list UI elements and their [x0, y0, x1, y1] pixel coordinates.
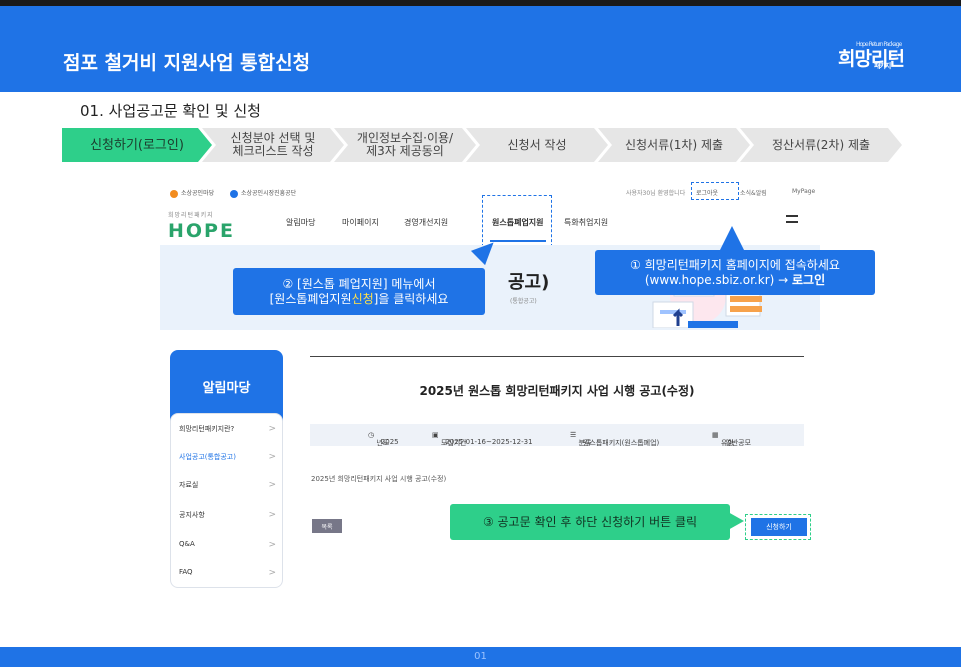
- site-logo-big: HOPE: [168, 220, 235, 242]
- list-button[interactable]: 목록: [312, 519, 342, 533]
- menu-icon[interactable]: [786, 215, 798, 223]
- post-body: 2025년 희망리턴패키지 사업 시행 공고(수정): [311, 475, 447, 483]
- site-logo[interactable]: 희망리턴패키지 HOPE: [168, 210, 235, 242]
- chevron-right-icon: >: [268, 452, 276, 462]
- meta-period: ▣ 모집기간 2025-01-16~2025-12-31: [432, 431, 533, 447]
- page-number: 01: [474, 651, 487, 662]
- chevron-right-icon: >: [268, 540, 276, 550]
- org-link-1[interactable]: 소상공인마당: [170, 188, 214, 198]
- gnb-highlight: [482, 195, 552, 247]
- step-1: 신청하기(로그인): [62, 128, 212, 162]
- logo-main-text: 희망리턴: [838, 48, 905, 70]
- gnb-item-employment[interactable]: 특화취업지원: [564, 217, 608, 228]
- step-4: 신청서 작성: [466, 128, 608, 162]
- sidebar-item-qna[interactable]: Q&A >: [179, 540, 276, 550]
- post-title: 2025년 원스톱 희망리턴패키지 사업 시행 공고(수정): [419, 384, 695, 398]
- gnb-item-mypage[interactable]: 마이페이지: [342, 217, 379, 228]
- meta-year: ◷ 년도 2025: [368, 431, 399, 447]
- news-link[interactable]: 소식&알림: [740, 188, 767, 197]
- page-title: 점포 철거비 지원사업 통합신청: [63, 52, 311, 74]
- callout-1: ① 희망리턴패키지 홈페이지에 접속하세요 (www.hope.sbiz.or.…: [595, 250, 875, 295]
- sidebar-item-notice[interactable]: 공지사항 >: [179, 510, 276, 520]
- callout-2-line-2: [원스톱폐업지원신청]을 클릭하세요: [269, 291, 449, 306]
- step-indicator: 신청하기(로그인) 신청분야 선택 및 체크리스트 작성 개인정보수집·이용/ …: [62, 128, 902, 162]
- org-link-2[interactable]: 소상공인시장진흥공단: [230, 188, 296, 198]
- logo-sub-text: 패키지: [874, 62, 891, 70]
- callout-1-line-1: ① 희망리턴패키지 홈페이지에 접속하세요: [630, 257, 840, 272]
- gnb-item-notice[interactable]: 알림마당: [286, 217, 315, 228]
- callout-2: ② [원스톱 폐업지원] 메뉴에서 [원스톱폐업지원신청]을 클릭하세요: [233, 268, 485, 315]
- sidebar-item-announcement[interactable]: 사업공고(통합공고) >: [179, 452, 276, 462]
- welcome-text: 사용자30님 환영합니다: [626, 190, 686, 197]
- sidebar-menu: 희망리턴패키지란? > 사업공고(통합공고) > 자료실 > 공지사항 > Q&A > F…: [170, 413, 283, 588]
- sidebar-title: 알림마당: [170, 350, 283, 422]
- sidebar-item-archive[interactable]: 자료실 >: [179, 480, 276, 490]
- banner-title: 공고): [508, 272, 550, 293]
- sidebar-item-about[interactable]: 희망리턴패키지란? >: [179, 424, 276, 434]
- header: 점포 철거비 지원사업 통합신청 Hope Return Package 희망리…: [0, 6, 961, 92]
- apply-button[interactable]: 신청하기: [751, 518, 807, 536]
- chevron-right-icon: >: [268, 568, 276, 578]
- chevron-right-icon: >: [268, 480, 276, 490]
- logout-highlight: [691, 182, 739, 200]
- step-6: 정산서류(2차) 제출: [740, 128, 902, 162]
- site-logo-small: 희망리턴패키지: [168, 212, 214, 219]
- content-divider: [310, 356, 804, 357]
- callout-3-pointer: [728, 512, 744, 530]
- callout-1-line-2: (www.hope.sbiz.or.kr) → 로그인: [644, 272, 826, 287]
- org-logo-icon: [170, 189, 178, 198]
- chevron-right-icon: >: [268, 510, 276, 520]
- org-logo-icon: [230, 189, 238, 198]
- post-meta: ◷ 년도 2025 ▣ 모집기간 2025-01-16~2025-12-31 ☰…: [310, 424, 804, 447]
- callout-2-highlight: 신청: [351, 291, 374, 306]
- footer: 01: [0, 647, 961, 667]
- step-3: 개인정보수집·이용/ 제3자 제공동의: [334, 128, 476, 162]
- section-title: 01. 사업공고문 확인 및 신청: [80, 102, 261, 120]
- callout-1-pointer: [720, 226, 744, 250]
- logo-small-text: Hope Return Package: [856, 41, 902, 48]
- chevron-right-icon: >: [268, 424, 276, 434]
- callout-3: ③ 공고문 확인 후 하단 신청하기 버튼 클릭: [450, 504, 730, 540]
- callout-1-login-emphasis: 로그인: [792, 272, 826, 287]
- callout-2-line-1: ② [원스톱 폐업지원] 메뉴에서: [282, 276, 436, 291]
- gnb-item-management[interactable]: 경영개선지원: [404, 217, 448, 228]
- mypage-link[interactable]: MyPage: [792, 188, 815, 195]
- meta-type: ▦ 유형 일반공모: [712, 431, 752, 447]
- step-2: 신청분야 선택 및 체크리스트 작성: [202, 128, 344, 162]
- meta-category: ☰ 분류 원스톱패키지(원스톱폐업): [570, 431, 660, 447]
- step-5: 신청서류(1차) 제출: [598, 128, 750, 162]
- hope-logo: Hope Return Package 희망리턴 패키지: [838, 41, 905, 71]
- sidebar-item-faq[interactable]: FAQ >: [179, 568, 276, 578]
- banner-subtitle: (통합공고): [510, 298, 537, 305]
